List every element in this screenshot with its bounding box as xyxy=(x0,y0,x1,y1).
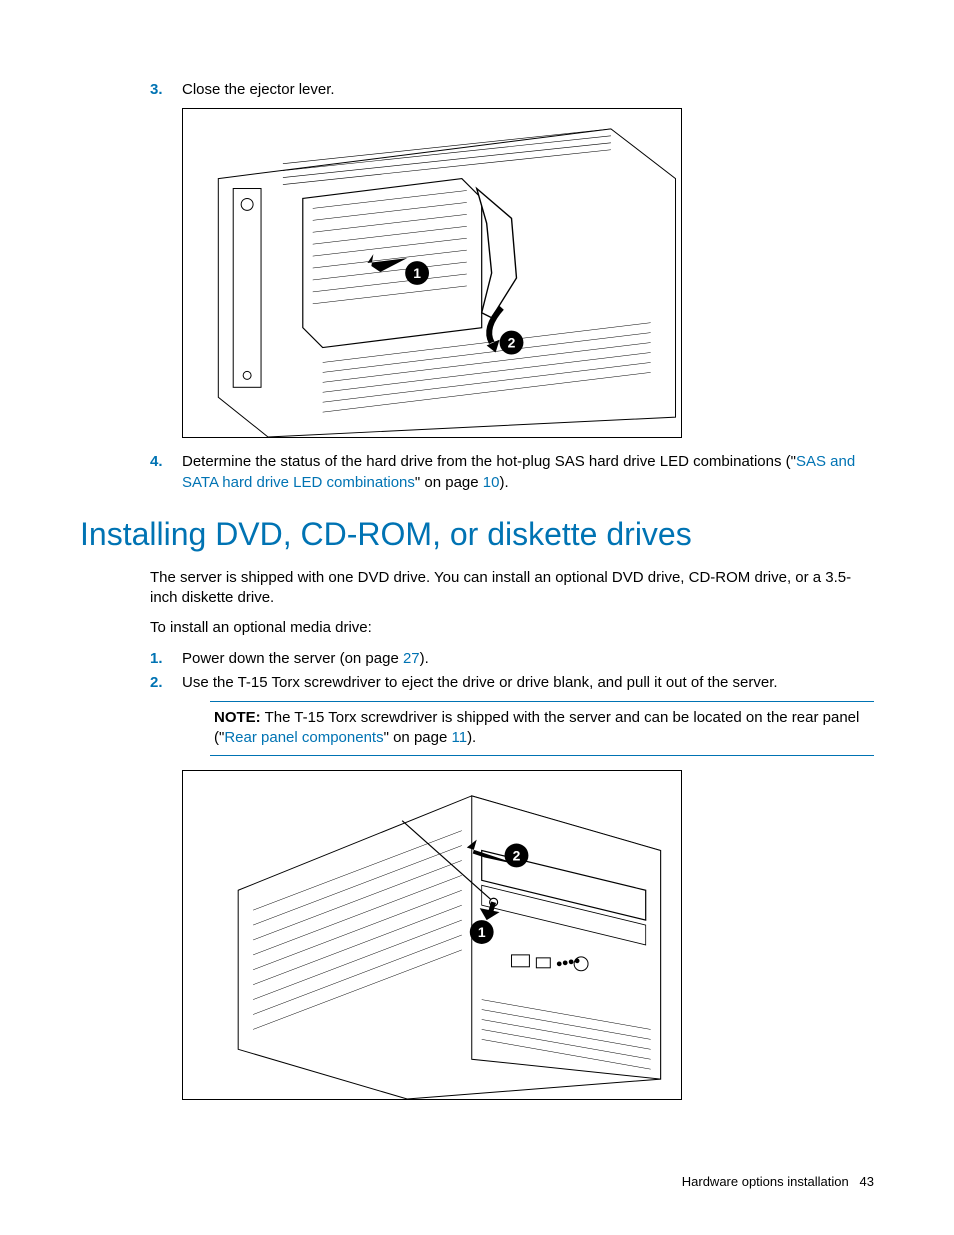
server-illustration-2: 2 1 xyxy=(183,771,681,1099)
figure-eject-media-drive: 2 1 xyxy=(182,770,682,1100)
footer-page-number: 43 xyxy=(860,1174,874,1189)
step-number: 4. xyxy=(150,452,182,493)
text-run: " on page xyxy=(415,474,483,491)
svg-text:2: 2 xyxy=(508,335,516,351)
svg-text:2: 2 xyxy=(513,847,521,863)
step-text: Close the ejector lever. xyxy=(182,80,874,100)
step-text: Use the T-15 Torx screwdriver to eject t… xyxy=(182,673,874,693)
step-number: 2. xyxy=(150,673,182,693)
intro-paragraph: The server is shipped with one DVD drive… xyxy=(150,568,874,609)
cross-ref-link[interactable]: Rear panel components xyxy=(224,729,383,746)
ordered-step: 3. Close the ejector lever. xyxy=(150,80,874,100)
ordered-step: 2. Use the T-15 Torx screwdriver to ejec… xyxy=(150,673,874,693)
text-run: ). xyxy=(499,474,508,491)
note-label: NOTE: xyxy=(214,709,261,726)
footer-title: Hardware options installation xyxy=(682,1174,849,1189)
svg-text:1: 1 xyxy=(478,924,486,940)
step-text: Power down the server (on page 27). xyxy=(182,649,874,669)
ordered-step: 4. Determine the status of the hard driv… xyxy=(150,452,874,493)
note-text: " on page xyxy=(384,729,452,746)
text-run: Determine the status of the hard drive f… xyxy=(182,453,796,470)
text-run: Power down the server (on page xyxy=(182,650,403,667)
lead-in-paragraph: To install an optional media drive: xyxy=(150,618,874,638)
ordered-step: 1. Power down the server (on page 27). xyxy=(150,649,874,669)
server-illustration-1: 1 2 xyxy=(183,109,681,437)
page-ref-link[interactable]: 11 xyxy=(451,729,467,746)
step-text: Determine the status of the hard drive f… xyxy=(182,452,874,493)
figure-ejector-lever: 1 2 xyxy=(182,108,682,438)
page-footer: Hardware options installation 43 xyxy=(682,1173,874,1191)
text-run: ). xyxy=(420,650,429,667)
page-content: 3. Close the ejector lever. xyxy=(150,80,874,1100)
note-text: ). xyxy=(467,729,476,746)
section-heading: Installing DVD, CD-ROM, or diskette driv… xyxy=(80,513,874,556)
note-callout: NOTE: The T-15 Torx screwdriver is shipp… xyxy=(210,701,874,756)
svg-text:1: 1 xyxy=(413,265,421,281)
step-number: 3. xyxy=(150,80,182,100)
page-ref-link[interactable]: 10 xyxy=(483,474,500,491)
step-number: 1. xyxy=(150,649,182,669)
page-ref-link[interactable]: 27 xyxy=(403,650,420,667)
